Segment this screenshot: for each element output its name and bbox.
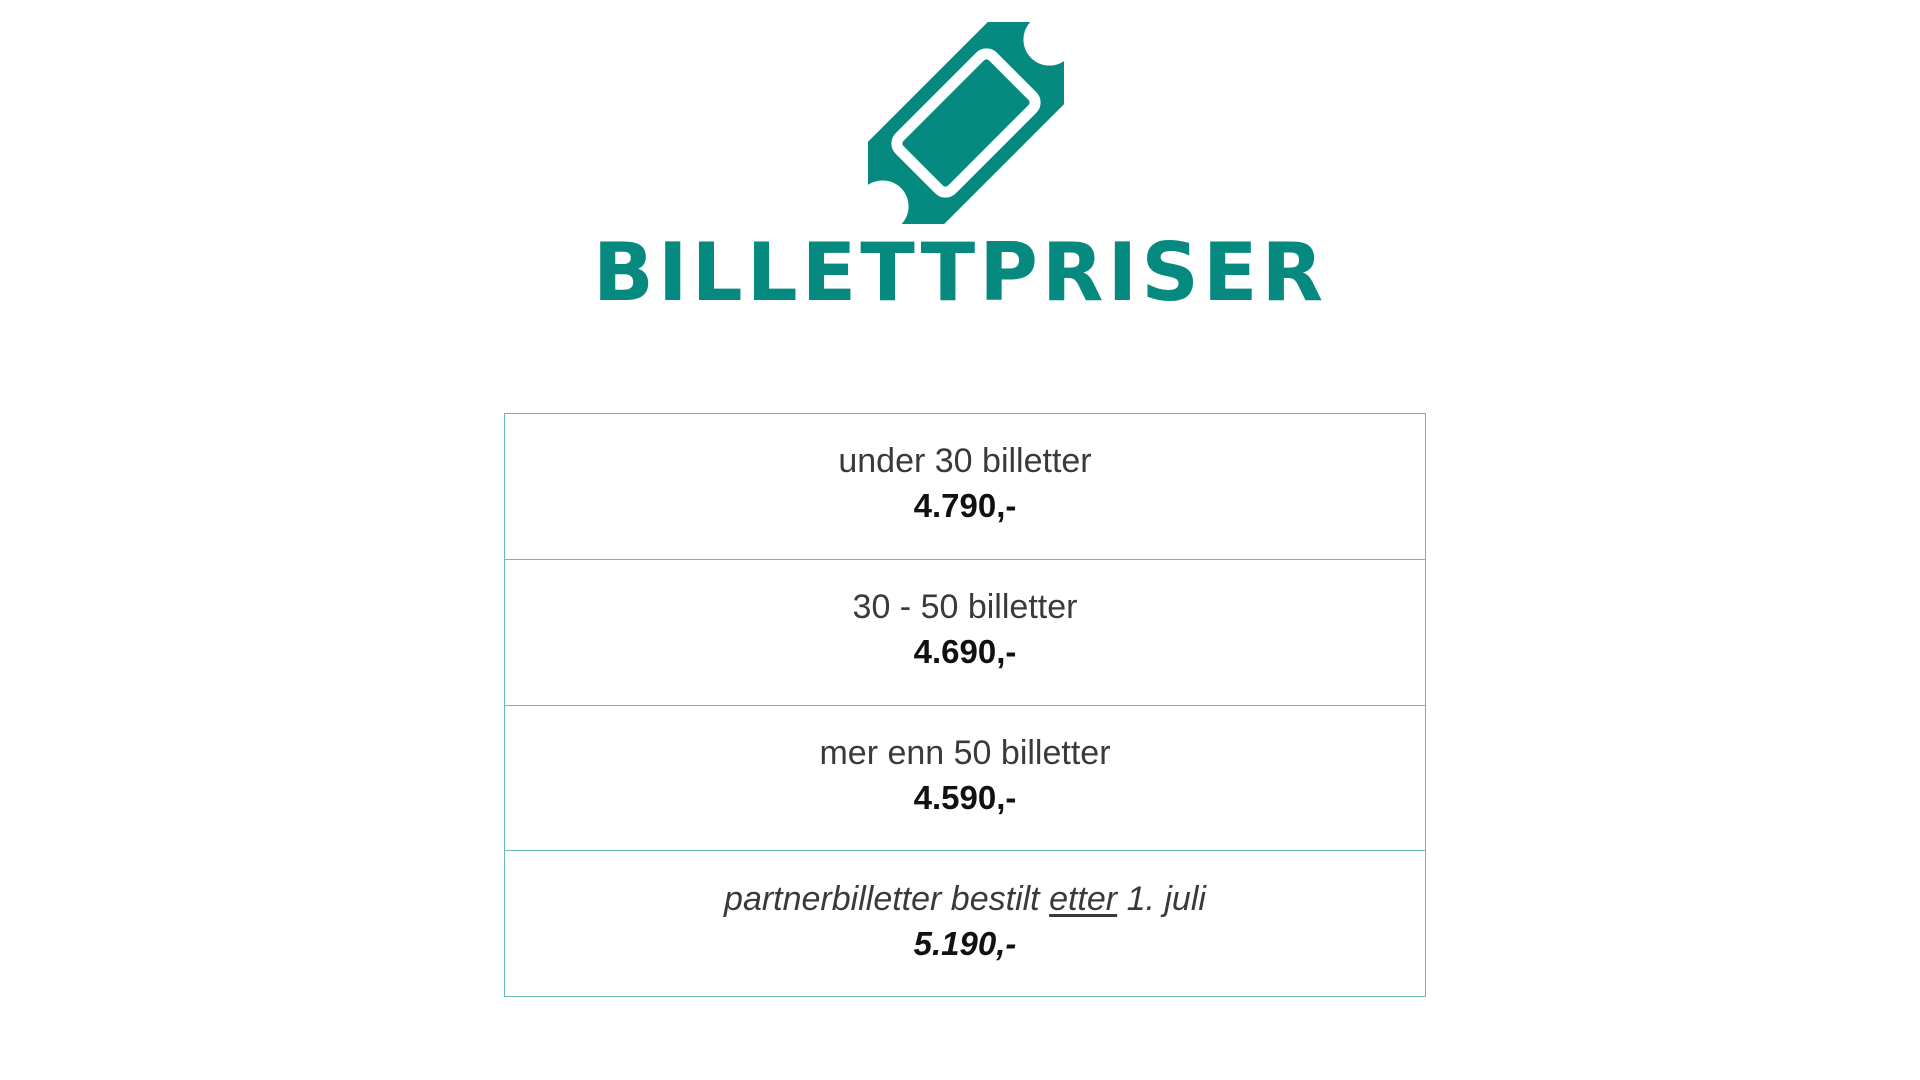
price-row-label: mer enn 50 billetter	[819, 733, 1111, 772]
price-row-label: 30 - 50 billetter	[852, 588, 1078, 627]
price-row-30-50: 30 - 50 billetter 4.690,-	[505, 560, 1425, 706]
price-table: under 30 billetter 4.790,- 30 - 50 bille…	[504, 413, 1426, 997]
price-row-partner: partnerbilletter bestilt etter 1. juli 5…	[505, 851, 1425, 996]
price-row-label: under 30 billetter	[838, 442, 1092, 481]
label-part: 1. juli	[1117, 879, 1206, 918]
price-row-value: 4.690,-	[913, 633, 1017, 671]
price-row-value: 5.190,-	[913, 924, 1017, 962]
label-part: partnerbilletter bestilt	[724, 879, 1050, 918]
price-row-over-50: mer enn 50 billetter 4.590,-	[505, 706, 1425, 852]
price-row-label: partnerbilletter bestilt etter 1. juli	[724, 877, 1206, 921]
page-title: BILLETTPRISER	[592, 226, 1328, 319]
price-row-value: 4.790,-	[913, 487, 1017, 525]
price-row-value: 4.590,-	[913, 778, 1017, 816]
ticket-icon	[868, 22, 1064, 224]
price-row-under-30: under 30 billetter 4.790,-	[505, 414, 1425, 560]
label-emphasis: etter	[1049, 879, 1118, 918]
